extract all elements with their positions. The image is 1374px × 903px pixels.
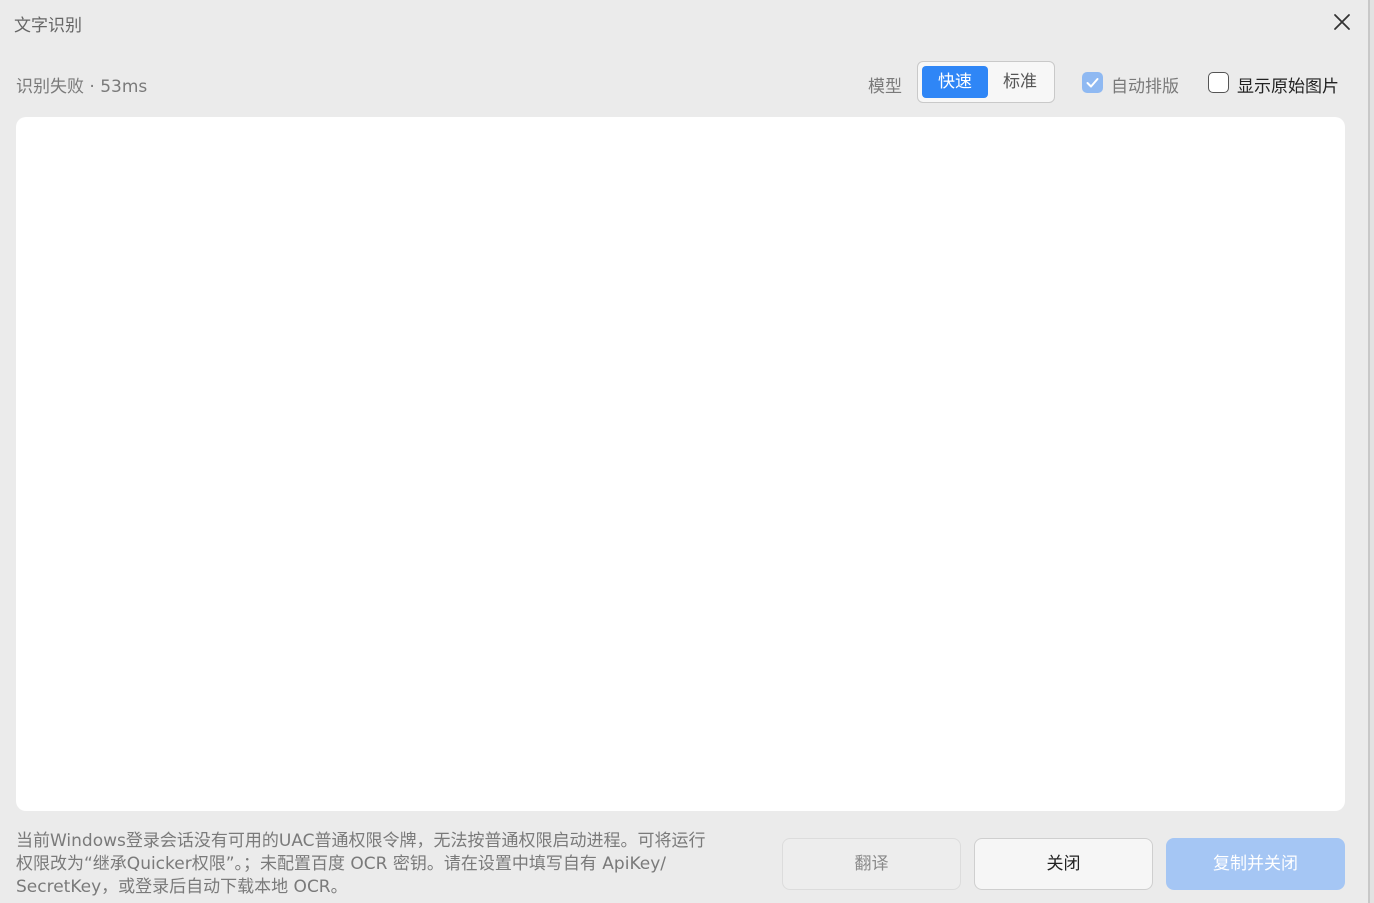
model-segmented-control: 快速 标准	[917, 61, 1055, 103]
close-icon[interactable]	[1328, 8, 1356, 36]
status-text: 识别失败 · 53ms	[16, 77, 148, 97]
model-option-standard[interactable]: 标准	[988, 66, 1052, 98]
error-message-line: 当前Windows登录会话没有可用的UAC普通权限令牌，无法按普通权限启动进程。…	[16, 831, 706, 851]
copy-and-close-button[interactable]: 复制并关闭	[1166, 838, 1345, 890]
show-original-image-label[interactable]: 显示原始图片	[1237, 72, 1339, 97]
show-original-image-checkbox[interactable]	[1208, 72, 1229, 93]
model-label: 模型	[868, 77, 902, 97]
auto-layout-checkbox[interactable]	[1082, 72, 1103, 93]
error-message-line: 权限改为“继承Quicker权限”。；未配置百度 OCR 密钥。请在设置中填写自…	[16, 854, 666, 874]
error-message: 当前Windows登录会话没有可用的UAC普通权限令牌，无法按普通权限启动进程。…	[16, 830, 756, 899]
result-text-area[interactable]	[16, 117, 1345, 811]
close-button[interactable]: 关闭	[974, 838, 1153, 890]
error-message-line: SecretKey，或登录后自动下载本地 OCR。	[16, 877, 348, 897]
translate-button[interactable]: 翻译	[782, 838, 961, 890]
auto-layout-label[interactable]: 自动排版	[1111, 72, 1179, 97]
model-option-fast[interactable]: 快速	[922, 66, 988, 98]
checkmark-icon	[1086, 78, 1099, 88]
ocr-window: 文字识别 识别失败 · 53ms 模型 快速 标准 自动排版 显示原始图片 当前…	[0, 0, 1370, 903]
window-edge	[1370, 0, 1374, 903]
window-title: 文字识别	[14, 16, 82, 36]
